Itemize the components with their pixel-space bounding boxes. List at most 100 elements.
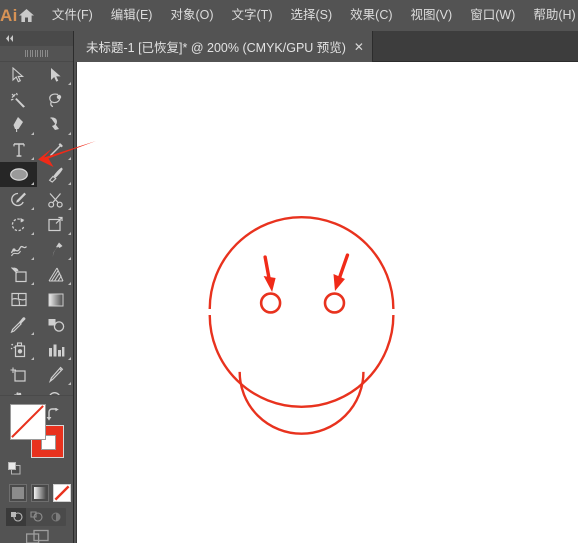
document-tab-strip: 未标题-1 [已恢复]* @ 200% (CMYK/GPU 预览) ✕ (74, 31, 578, 62)
tool-flyout-indicator (68, 257, 71, 260)
tool-flyout-indicator (31, 332, 34, 335)
ellipse-tool[interactable] (0, 162, 37, 187)
fill-swatch[interactable] (10, 404, 46, 440)
free-transform-tool[interactable] (37, 212, 74, 237)
tool-flyout-indicator (31, 282, 34, 285)
tool-flyout-indicator (68, 157, 71, 160)
menu-view[interactable]: 视图(V) (402, 0, 462, 31)
tool-flyout-indicator (68, 82, 71, 85)
column-graph-tool[interactable] (37, 337, 74, 362)
eyedropper-tool[interactable] (0, 312, 37, 337)
fill-stroke-swatches (10, 404, 64, 458)
color-controls (0, 395, 73, 543)
tool-grid (0, 62, 73, 412)
scissors-tool[interactable] (37, 187, 74, 212)
draw-behind-mode[interactable] (26, 508, 46, 526)
grip-dots-icon (24, 50, 49, 57)
symbol-sprayer-tool[interactable] (0, 337, 37, 362)
color-mode-gradient[interactable] (31, 484, 49, 502)
line-segment-tool[interactable] (37, 137, 74, 162)
panel-drag-handle[interactable] (0, 46, 73, 62)
menu-edit[interactable]: 编辑(E) (102, 0, 162, 31)
draw-behind-icon (29, 511, 43, 522)
tool-flyout-indicator (31, 207, 34, 210)
arrow-to-right-eye (333, 253, 350, 292)
tool-flyout-indicator (68, 132, 71, 135)
document-tab-title: 未标题-1 [已恢复]* @ 200% (CMYK/GPU 预览) (86, 41, 346, 55)
swap-fill-stroke-icon[interactable] (46, 408, 60, 422)
perspective-grid-tool[interactable] (37, 262, 74, 287)
rotate-tool[interactable] (0, 212, 37, 237)
close-icon[interactable]: ✕ (346, 31, 372, 62)
color-mode-buttons (9, 484, 71, 502)
collapse-panel-button[interactable] (0, 31, 73, 46)
artboard[interactable] (76, 62, 578, 543)
tool-flyout-indicator (31, 357, 34, 360)
tool-flyout-indicator (31, 182, 34, 185)
solid-color-icon (12, 487, 24, 499)
draw-inside-mode[interactable] (46, 508, 66, 526)
tool-flyout-indicator (68, 207, 71, 210)
tool-flyout-indicator (68, 357, 71, 360)
menu-help[interactable]: 帮助(H) (524, 0, 578, 31)
pen-tool[interactable] (0, 112, 37, 137)
tool-flyout-indicator (68, 232, 71, 235)
tool-flyout-indicator (68, 282, 71, 285)
draw-normal-mode[interactable] (6, 508, 26, 526)
shaper-tool[interactable] (0, 187, 37, 212)
menu-object[interactable]: 对象(O) (161, 0, 222, 31)
app-logo: Ai (0, 6, 18, 25)
left-eye-circle (259, 292, 282, 314)
artboard-tool[interactable] (0, 362, 37, 387)
draw-mode-buttons (6, 508, 66, 526)
tool-flyout-indicator (68, 182, 71, 185)
draw-normal-icon (10, 512, 23, 522)
gradient-icon (34, 487, 46, 499)
right-eye-circle (323, 292, 346, 314)
magic-wand-tool[interactable] (0, 87, 37, 112)
smile-arc (238, 371, 365, 435)
change-screen-mode[interactable] (26, 529, 50, 543)
width-tool[interactable] (0, 237, 37, 262)
menu-select[interactable]: 选择(S) (281, 0, 341, 31)
no-fill-slash-icon (11, 405, 44, 438)
face-outline-top-arc (208, 216, 395, 309)
blend-tool[interactable] (37, 312, 74, 337)
tool-flyout-indicator (68, 382, 71, 385)
color-mode-solid[interactable] (9, 484, 27, 502)
document-tab[interactable]: 未标题-1 [已恢复]* @ 200% (CMYK/GPU 预览) ✕ (74, 31, 373, 62)
mesh-tool[interactable] (0, 287, 37, 312)
paintbrush-tool[interactable] (37, 162, 74, 187)
lasso-tool[interactable] (37, 87, 74, 112)
menu-file[interactable]: 文件(F) (43, 0, 102, 31)
puppet-warp-tool[interactable] (37, 237, 74, 262)
illustrator-window: Ai 文件(F) 编辑(E) 对象(O) 文字(T) 选择(S) 效果(C) 视… (0, 0, 578, 543)
tool-flyout-indicator (31, 257, 34, 260)
draw-inside-icon (51, 512, 60, 522)
home-icon[interactable] (18, 8, 35, 23)
curvature-tool[interactable] (37, 112, 74, 137)
smiley-face-drawing (208, 216, 395, 435)
arrow-to-left-eye (263, 255, 276, 293)
slice-tool[interactable] (37, 362, 74, 387)
menu-window[interactable]: 窗口(W) (461, 0, 524, 31)
menu-effect[interactable]: 效果(C) (341, 0, 401, 31)
color-mode-none[interactable] (53, 484, 71, 502)
menu-type[interactable]: 文字(T) (223, 0, 282, 31)
gradient-tool[interactable] (37, 287, 74, 312)
double-chevron-left-icon (6, 35, 13, 42)
direct-selection-tool[interactable] (37, 62, 74, 87)
menu-bar: Ai 文件(F) 编辑(E) 对象(O) 文字(T) 选择(S) 效果(C) 视… (0, 0, 578, 31)
selection-tool[interactable] (0, 62, 37, 87)
tool-flyout-indicator (31, 132, 34, 135)
tools-panel (0, 31, 74, 543)
face-outline-bottom-arc (208, 314, 395, 408)
canvas-area[interactable] (74, 62, 578, 543)
type-tool[interactable] (0, 137, 37, 162)
tool-flyout-indicator (31, 232, 34, 235)
shape-builder-tool[interactable] (0, 262, 37, 287)
default-fill-stroke-icon[interactable] (8, 462, 21, 475)
none-color-icon (54, 485, 70, 501)
menu-items: 文件(F) 编辑(E) 对象(O) 文字(T) 选择(S) 效果(C) 视图(V… (43, 0, 578, 31)
tool-flyout-indicator (31, 157, 34, 160)
